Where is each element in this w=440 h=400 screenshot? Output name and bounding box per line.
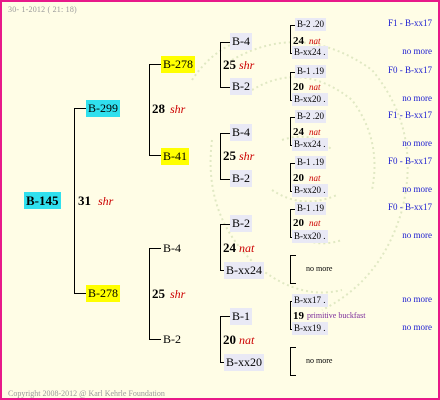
gen4-right-6: F0 - B-xx17 xyxy=(387,156,432,166)
no-more-label: no more xyxy=(306,356,333,365)
gen3-sex-6: primitive buckfast xyxy=(307,311,366,320)
bracket-line xyxy=(290,72,291,101)
bracket-line xyxy=(290,209,291,238)
gen3-sex-1: nat xyxy=(309,82,321,92)
root-number: 31 xyxy=(78,193,91,208)
bracket-line xyxy=(220,316,230,317)
gen1-number-1: 25 xyxy=(152,286,165,301)
gen3-number-6: 19 xyxy=(293,310,304,322)
gen3-name-6: B-1 xyxy=(230,308,252,325)
bracket-line xyxy=(290,375,296,376)
root-sex: shr xyxy=(98,194,114,208)
gen1-number-0: 28 xyxy=(152,101,165,116)
bracket-line xyxy=(220,224,221,271)
gen3-name-5: B-xx24 xyxy=(224,262,264,279)
gen3-name-2: B-4 xyxy=(230,124,252,141)
gen4-right-1: no more xyxy=(402,46,432,56)
gen4-right-5: no more xyxy=(402,138,432,148)
no-more-label: no more xyxy=(306,264,333,273)
bracket-line xyxy=(149,248,161,249)
bracket-line xyxy=(149,155,161,156)
pedigree-frame: 30- 1-2012 ( 21: 18) B-145 31 shr B-299 … xyxy=(0,0,440,400)
bracket-line xyxy=(149,248,150,340)
gen4-name-11: B-xx19 . xyxy=(292,322,328,335)
bracket-line xyxy=(290,347,296,348)
gen2-number-2: 24 xyxy=(223,240,236,255)
gen3-name-0: B-4 xyxy=(230,33,252,50)
bracket-line xyxy=(220,42,230,43)
gen4-name-7: B-xx20 . xyxy=(292,184,328,197)
bracket-line xyxy=(290,117,291,146)
gen4-right-11: no more xyxy=(402,322,432,332)
bracket-line xyxy=(74,108,75,294)
gen4-right-3: no more xyxy=(402,93,432,103)
gen1-name-0: B-299 xyxy=(86,100,120,117)
gen3-number-2: 24 xyxy=(293,126,304,138)
bracket-line xyxy=(220,133,221,180)
bracket-line xyxy=(74,293,86,294)
bracket-line xyxy=(220,224,230,225)
bracket-line xyxy=(74,108,86,109)
bracket-line xyxy=(290,255,291,284)
bracket-line xyxy=(149,64,150,156)
gen4-name-3: B-xx20 . xyxy=(292,93,328,106)
gen2-sex-3: nat xyxy=(239,333,255,347)
bracket-line xyxy=(220,316,221,363)
gen1-name-1: B-278 xyxy=(86,285,120,302)
bracket-line xyxy=(149,339,161,340)
gen2-sex-0: shr xyxy=(239,58,255,72)
bracket-line xyxy=(149,64,161,65)
gen3-name-1: B-2 xyxy=(230,78,252,95)
gen4-name-10: B-xx17 . xyxy=(292,294,328,307)
copyright-footer: Copyright 2008-2012 @ Karl Kehrle Founda… xyxy=(8,389,165,398)
gen3-name-4: B-2 xyxy=(230,215,252,232)
gen2-name-1: B-41 xyxy=(161,148,189,165)
gen2-name-0: B-278 xyxy=(161,56,195,73)
gen1-sex-1: shr xyxy=(170,287,186,301)
bracket-line xyxy=(220,133,230,134)
gen4-right-2: F0 - B-xx17 xyxy=(387,65,432,75)
gen4-name-4: B-2 .20 xyxy=(295,110,326,123)
gen4-right-8: F0 - B-xx17 xyxy=(387,202,432,212)
gen4-name-6: B-1 .19 xyxy=(295,156,326,169)
gen4-name-5: B-xx24 . xyxy=(292,138,328,151)
bracket-line xyxy=(290,25,291,54)
gen3-sex-4: nat xyxy=(309,218,321,228)
gen1-sex-0: shr xyxy=(170,102,186,116)
gen4-name-1: B-xx24 . xyxy=(292,46,328,59)
gen4-name-2: B-1 .19 xyxy=(295,65,326,78)
gen3-number-4: 20 xyxy=(293,217,304,229)
bracket-line xyxy=(290,347,291,376)
bracket-line xyxy=(290,255,296,256)
gen2-number-3: 20 xyxy=(223,332,236,347)
gen3-name-3: B-2 xyxy=(230,170,252,187)
bracket-line xyxy=(220,42,221,88)
bracket-line xyxy=(220,87,230,88)
root-name: B-145 xyxy=(24,192,61,209)
gen3-sex-3: nat xyxy=(309,173,321,183)
gen4-right-10: no more xyxy=(402,294,432,304)
gen4-right-7: no more xyxy=(402,184,432,194)
gen2-sex-1: shr xyxy=(239,149,255,163)
gen3-number-1: 20 xyxy=(293,81,304,93)
bracket-line xyxy=(290,301,291,330)
bracket-line xyxy=(290,163,291,192)
gen4-name-0: B-2 .20 xyxy=(295,18,326,31)
date-stamp: 30- 1-2012 ( 21: 18) xyxy=(8,5,77,14)
gen2-number-1: 25 xyxy=(223,148,236,163)
gen3-sex-2: nat xyxy=(309,127,321,137)
gen4-right-9: no more xyxy=(402,230,432,240)
gen2-number-0: 25 xyxy=(223,57,236,72)
gen4-right-0: F1 - B-xx17 xyxy=(387,18,432,28)
gen2-name-2: B-4 xyxy=(163,241,181,255)
gen2-sex-2: nat xyxy=(239,241,255,255)
bracket-line xyxy=(220,179,230,180)
gen2-name-3: B-2 xyxy=(163,332,181,346)
gen3-name-7: B-xx20 xyxy=(224,354,264,371)
gen4-right-4: F1 - B-xx17 xyxy=(387,110,432,120)
gen3-number-3: 20 xyxy=(293,172,304,184)
gen4-name-8: B-1 .19 xyxy=(295,202,326,215)
bracket-line xyxy=(290,283,296,284)
gen4-name-9: B-xx20 . xyxy=(292,230,328,243)
